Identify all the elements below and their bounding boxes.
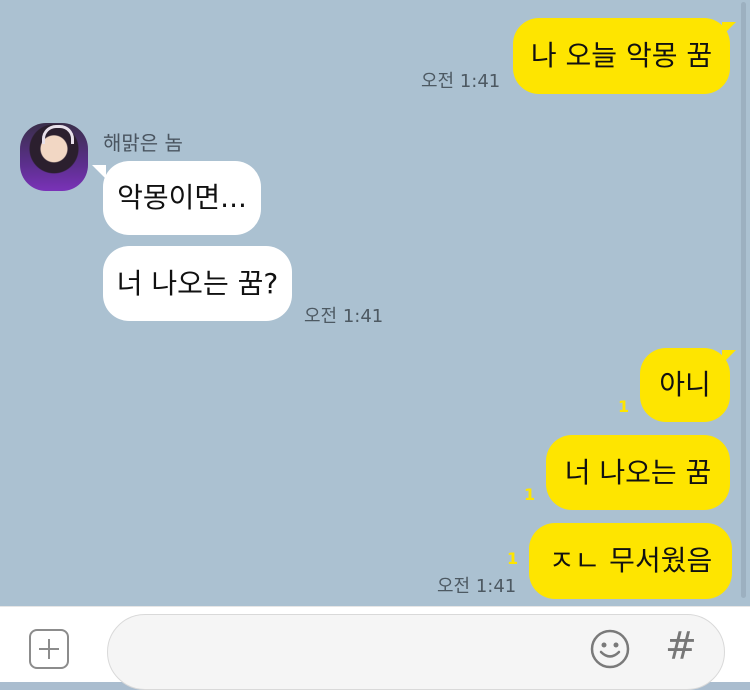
avatar[interactable] [20,123,88,191]
hash-icon[interactable]: # [665,624,697,668]
message-bubble-mine[interactable]: 아니 [640,348,730,422]
message-time: 오전 1:41 [421,71,501,92]
message-text: 너 나오는 꿈 [564,455,712,489]
message-text: 악몽이면... [117,181,247,214]
bubble-tail [722,22,736,36]
message-text: 아니 [659,368,711,401]
unread-count: 1 [524,485,536,504]
sender-name: 해맑은 놈 [103,131,183,155]
message-time: 오전 1:41 [304,306,384,327]
bubble-tail [92,165,106,179]
message-text: ㅈㄴ 무서웠음 [548,544,713,577]
unread-count: 1 [618,397,630,416]
message-text: 너 나오는 꿈? [116,266,279,300]
message-bubble-mine[interactable]: ㅈㄴ 무서웠음 [529,523,732,599]
unread-count: 1 [507,549,519,568]
message-time: 오전 1:41 [437,576,517,597]
bubble-tail [722,350,736,364]
message-text: 나 오늘 악몽 꿈 [530,39,713,72]
message-bubble-theirs[interactable]: 너 나오는 꿈? [103,246,292,321]
message-bubble-mine[interactable]: 나 오늘 악몽 꿈 [513,18,730,94]
message-bubble-theirs[interactable]: 악몽이면... [103,161,261,235]
message-bubble-mine[interactable]: 너 나오는 꿈 [546,435,730,510]
plus-icon[interactable] [29,629,69,669]
emoji-icon[interactable] [590,629,630,669]
scrollbar[interactable] [741,2,746,598]
chat-area: 나 오늘 악몽 꿈 오전 1:41 해맑은 놈 악몽이면... 너 나오는 꿈?… [0,0,750,606]
message-input[interactable] [107,614,725,690]
